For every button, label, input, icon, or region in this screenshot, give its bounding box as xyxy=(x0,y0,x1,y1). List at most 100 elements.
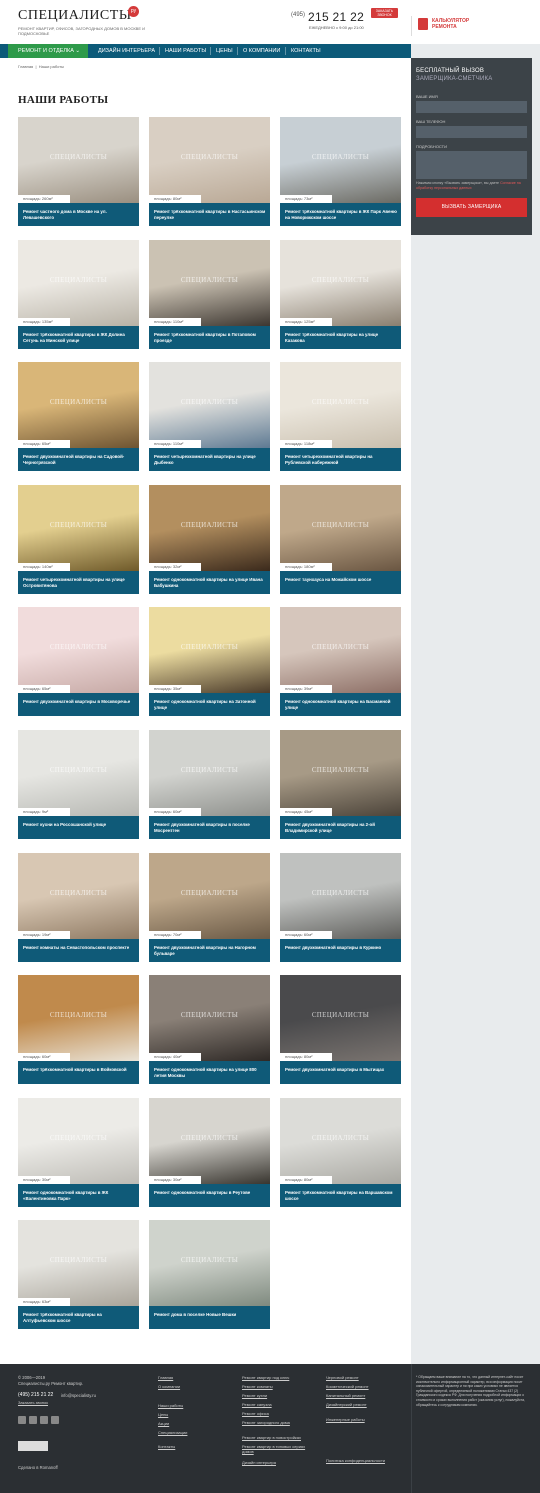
made-by[interactable]: Сделано в Romanoff xyxy=(18,1465,58,1471)
work-title[interactable]: Ремонт трёхкомнатной квартиры на Алтуфье… xyxy=(23,1312,135,1324)
work-photo[interactable]: СПЕЦИАЛИСТЫ xyxy=(18,607,139,693)
name-input[interactable] xyxy=(416,101,527,113)
nav-repair[interactable]: РЕМОНТ И ОТДЕЛКА ⌄ xyxy=(8,44,88,58)
footer-link[interactable]: Ремонт загородного дома xyxy=(242,1420,314,1425)
work-card[interactable]: СПЕЦИАЛИСТЫ площадь: 140м² Ремонт четырехк… xyxy=(18,485,139,594)
phone-number[interactable]: 215 21 22 xyxy=(308,10,364,24)
vk-icon[interactable] xyxy=(29,1416,37,1424)
work-card[interactable]: СПЕЦИАЛИСТЫ площадь: 73м² Ремонт трёхкомна… xyxy=(280,117,401,226)
nav-works[interactable]: НАШИ РАБОТЫ xyxy=(165,44,206,58)
work-photo[interactable]: СПЕЦИАЛИСТЫ xyxy=(149,730,270,816)
youtube-icon[interactable] xyxy=(51,1416,59,1424)
work-photo[interactable]: СПЕЦИАЛИСТЫ xyxy=(18,362,139,448)
work-card[interactable]: СПЕЦИАЛИСТЫ площадь: 19м² Ремонт комнаты н… xyxy=(18,853,139,962)
work-title[interactable]: Ремонт двухкомнатной квартиры в Москворе… xyxy=(23,699,135,705)
work-photo[interactable]: СПЕЦИАЛИСТЫ xyxy=(18,730,139,816)
work-card[interactable]: СПЕЦИАЛИСТЫ площадь: 60м² Ремонт трёхкомна… xyxy=(18,975,139,1084)
footer-link[interactable]: Ремонт санузла xyxy=(242,1402,314,1407)
work-card[interactable]: СПЕЦИАЛИСТЫ площадь: 80м² Ремонт трёхкомна… xyxy=(149,117,270,226)
work-card[interactable]: СПЕЦИАЛИСТЫ площадь: 80м² Ремонт двухкомна… xyxy=(280,975,401,1084)
footer-link[interactable]: Дизайнерский ремонт xyxy=(326,1402,398,1407)
work-photo[interactable]: СПЕЦИАЛИСТЫ xyxy=(149,117,270,203)
work-photo[interactable]: СПЕЦИАЛИСТЫ xyxy=(280,853,401,939)
work-title[interactable]: Ремонт трёхкомнатной квартиры в Войковск… xyxy=(23,1067,135,1073)
work-photo[interactable]: СПЕЦИАЛИСТЫ xyxy=(18,975,139,1061)
work-photo[interactable]: СПЕЦИАЛИСТЫ xyxy=(280,362,401,448)
work-title[interactable]: Ремонт двухкомнатной квартиры в поселке … xyxy=(154,822,266,834)
work-photo[interactable]: СПЕЦИАЛИСТЫ xyxy=(149,853,270,939)
work-card[interactable]: СПЕЦИАЛИСТЫ площадь: 30м² Ремонт однокомна… xyxy=(18,1098,139,1207)
work-title[interactable]: Ремонт трёхкомнатной квартиры в ЖК Долин… xyxy=(23,332,135,344)
work-photo[interactable]: СПЕЦИАЛИСТЫ xyxy=(280,1098,401,1184)
footer-link[interactable]: Политика конфиденциальности xyxy=(326,1458,398,1463)
nav-design[interactable]: ДИЗАЙН ИНТЕРЬЕРА xyxy=(98,44,155,58)
work-card[interactable]: СПЕЦИАЛИСТЫ площадь: 80м² Ремонт трёхкомна… xyxy=(280,1098,401,1207)
work-card[interactable]: СПЕЦИАЛИСТЫ площадь: 60м² Ремонт двухкомна… xyxy=(280,853,401,962)
work-photo[interactable]: СПЕЦИАЛИСТЫ xyxy=(149,362,270,448)
work-photo[interactable]: СПЕЦИАЛИСТЫ xyxy=(280,975,401,1061)
work-title[interactable]: Ремонт однокомнатной квартиры на Затонно… xyxy=(154,699,266,711)
work-title[interactable]: Ремонт кухни на Россошанской улице xyxy=(23,822,135,828)
work-title[interactable]: Ремонт двухкомнатной квартиры в Мытищах xyxy=(285,1067,397,1073)
work-card[interactable]: СПЕЦИАЛИСТЫ площадь: 180м² Ремонт таунхаус… xyxy=(280,485,401,594)
order-call-button[interactable]: ЗАКАЗАТЬ ЗВОНОК xyxy=(371,8,398,18)
facebook-icon[interactable] xyxy=(18,1416,26,1424)
nav-about[interactable]: О КОМПАНИИ xyxy=(243,44,280,58)
work-title[interactable]: Ремонт четырехкомнатной квартиры на улиц… xyxy=(23,577,135,589)
work-title[interactable]: Ремонт четырехкомнатной квартиры на Рубл… xyxy=(285,454,397,466)
work-card[interactable]: СПЕЦИАЛИСТЫ площадь: 65м² Ремонт двухкомна… xyxy=(18,362,139,471)
footer-link[interactable]: Контакты xyxy=(158,1444,230,1449)
work-card[interactable]: СПЕЦИАЛИСТЫ площадь: 63м² Ремонт трёхкомна… xyxy=(18,1220,139,1329)
work-card[interactable]: СПЕЦИАЛИСТЫ площадь: 125м² Ремонт трёхкомн… xyxy=(280,240,401,349)
work-title[interactable]: Ремонт трёхкомнатной квартиры в Потапово… xyxy=(154,332,266,344)
footer-link[interactable]: Ремонт комнаты xyxy=(242,1384,314,1389)
work-title[interactable]: Ремонт двухкомнатной квартиры в Куркино xyxy=(285,945,397,951)
logo[interactable]: СПЕЦИАЛИСТЫ xyxy=(18,8,132,24)
footer-link[interactable]: Дизайн интерьера xyxy=(242,1460,314,1465)
work-photo[interactable]: СПЕЦИАЛИСТЫ xyxy=(149,607,270,693)
details-textarea[interactable] xyxy=(416,151,527,179)
work-title[interactable]: Ремонт дома в поселке Новые Вешки xyxy=(154,1312,266,1318)
footer-link[interactable]: Черновой ремонт xyxy=(326,1375,398,1380)
work-card[interactable]: СПЕЦИАЛИСТЫ площадь: 135м² Ремонт трёхкомн… xyxy=(18,240,139,349)
instagram-icon[interactable] xyxy=(40,1416,48,1424)
footer-link[interactable]: Косметический ремонт xyxy=(326,1384,398,1389)
work-title[interactable]: Ремонт частного дома в Москве на ул. Лев… xyxy=(23,209,135,221)
footer-link[interactable]: Ремонт квартир под ключ xyxy=(242,1375,314,1380)
footer-link[interactable]: Ремонт квартир в новостройках xyxy=(242,1435,314,1440)
work-photo[interactable]: СПЕЦИАЛИСТЫ xyxy=(280,485,401,571)
footer-link[interactable]: Акции xyxy=(158,1421,230,1426)
footer-link[interactable]: Специализации xyxy=(158,1430,230,1435)
work-title[interactable]: Ремонт комнаты на Севастопольском проспе… xyxy=(23,945,135,951)
work-card[interactable]: СПЕЦИАЛИСТЫ площадь: 60м² Ремонт двухкомна… xyxy=(149,730,270,839)
work-card[interactable]: СПЕЦИАЛИСТЫ Ремонт дома в поселке Новые В… xyxy=(149,1220,270,1329)
footer-phone[interactable]: (495) 215 21 22 xyxy=(18,1392,53,1398)
work-photo[interactable]: СПЕЦИАЛИСТЫ xyxy=(280,117,401,203)
work-title[interactable]: Ремонт однокомнатной квартиры в ЖК «Вале… xyxy=(23,1190,135,1202)
work-card[interactable]: СПЕЦИАЛИСТЫ площадь: 110м² Ремонт трёхкомн… xyxy=(149,240,270,349)
work-photo[interactable]: СПЕЦИАЛИСТЫ xyxy=(18,240,139,326)
work-photo[interactable]: СПЕЦИАЛИСТЫ xyxy=(18,117,139,203)
work-title[interactable]: Ремонт четырехкомнатной квартиры на улиц… xyxy=(154,454,266,466)
work-title[interactable]: Ремонт двухкомнатной квартиры на 2-ой Вл… xyxy=(285,822,397,834)
breadcrumb-home[interactable]: Главная xyxy=(18,64,33,69)
work-title[interactable]: Ремонт трёхкомнатной квартиры в ЖК Парк … xyxy=(285,209,397,221)
work-photo[interactable]: СПЕЦИАЛИСТЫ xyxy=(149,1098,270,1184)
work-title[interactable]: Ремонт однокомнатной квартиры в Реутове xyxy=(154,1190,266,1196)
work-title[interactable]: Ремонт двухкомнатной квартиры на Садовой… xyxy=(23,454,135,466)
work-title[interactable]: Ремонт однокомнатной квартиры на улице И… xyxy=(154,577,266,589)
work-card[interactable]: СПЕЦИАЛИСТЫ площадь: 45м² Ремонт двухкомна… xyxy=(280,730,401,839)
work-title[interactable]: Ремонт таунхауса на Можайском шоссе xyxy=(285,577,397,583)
work-photo[interactable]: СПЕЦИАЛИСТЫ xyxy=(18,1098,139,1184)
work-title[interactable]: Ремонт трёхкомнатной квартиры на улице К… xyxy=(285,332,397,344)
work-title[interactable]: Ремонт трёхкомнатной квартиры в Настасьи… xyxy=(154,209,266,221)
work-card[interactable]: СПЕЦИАЛИСТЫ площадь: 118м² Ремонт четырехк… xyxy=(280,362,401,471)
work-photo[interactable]: СПЕЦИАЛИСТЫ xyxy=(149,975,270,1061)
footer-link[interactable]: Ремонт кухни xyxy=(242,1393,314,1398)
footer-link[interactable]: Ремонт квартир в типовых сериях домов xyxy=(242,1444,314,1454)
work-photo[interactable]: СПЕЦИАЛИСТЫ xyxy=(18,485,139,571)
phone-input[interactable] xyxy=(416,126,527,138)
work-card[interactable]: СПЕЦИАЛИСТЫ площадь: 35м² Ремонт однокомна… xyxy=(149,607,270,716)
footer-email[interactable]: info@specialisty.ru xyxy=(61,1393,96,1399)
nav-prices[interactable]: ЦЕНЫ xyxy=(216,44,233,58)
